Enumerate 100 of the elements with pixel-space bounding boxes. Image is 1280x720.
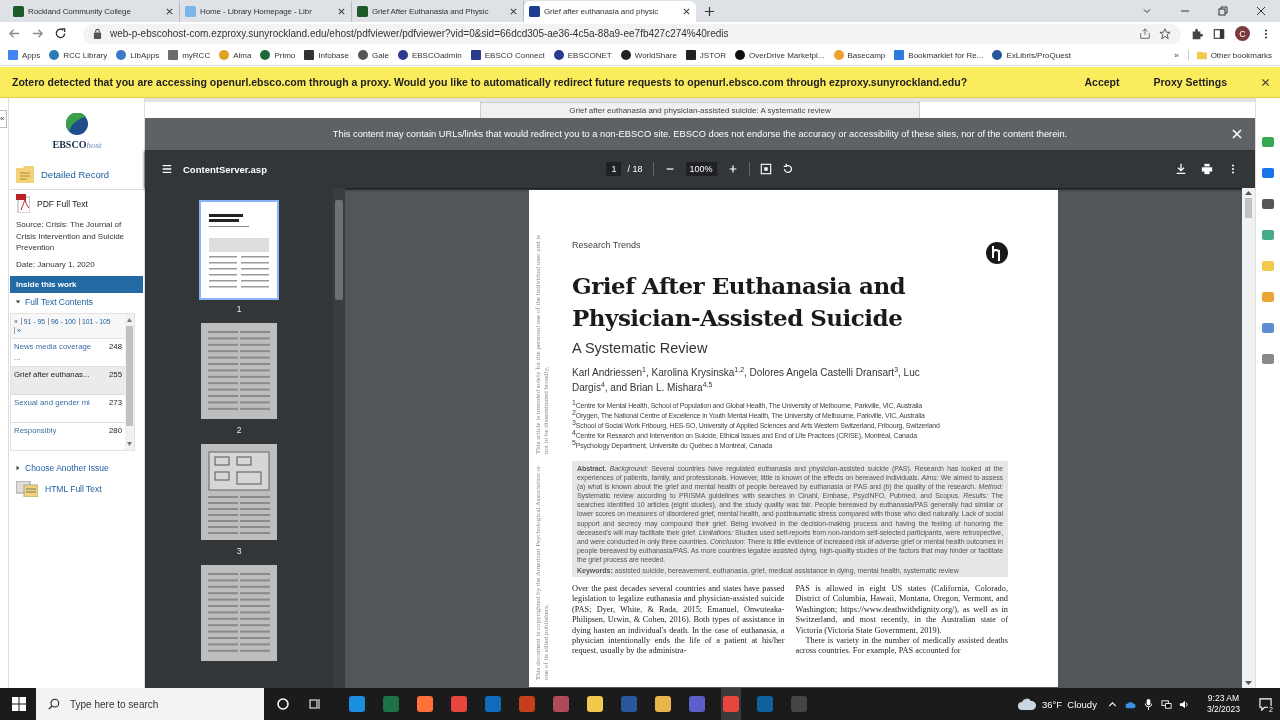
- address-field[interactable]: web-p-ebscohost-com.ezproxy.sunyrockland.edu/ehost/pdfviewer/pdfviewer?vid=0&sid=66dcd305-ae36-4c5a-88a9-ee7fb427c274%40redis: [83, 23, 1181, 44]
- extension-icon[interactable]: [1262, 198, 1274, 210]
- menu-icon[interactable]: [161, 163, 173, 175]
- pdf-full-text-link[interactable]: PDF Full Text: [37, 198, 88, 209]
- site-icon: [620, 50, 631, 61]
- site-icon: [833, 50, 844, 61]
- fit-page-icon[interactable]: [759, 163, 772, 175]
- close-icon[interactable]: [682, 6, 691, 16]
- favicon-icon: [357, 5, 368, 17]
- reload-icon[interactable]: [54, 27, 67, 41]
- bookmark-link[interactable]: EBSCONET: [553, 50, 612, 61]
- search-field[interactable]: Type here to search: [36, 688, 264, 720]
- more-bookmarks-button[interactable]: »: [1174, 50, 1179, 60]
- bookmark-folder[interactable]: Other bookmarks: [1187, 50, 1272, 61]
- star-icon[interactable]: [1159, 27, 1171, 40]
- browser-tab[interactable]: Grief after euthanasia and physic: [524, 0, 696, 22]
- publisher-logo: [986, 242, 1008, 264]
- weather-text[interactable]: 36°F Cloudy: [1041, 698, 1097, 710]
- section-label: Research Trends: [572, 240, 641, 250]
- scrollbar[interactable]: [333, 188, 345, 688]
- profile-avatar[interactable]: C: [1235, 26, 1250, 42]
- bookmark-link[interactable]: LibApps: [116, 50, 160, 61]
- cortana-icon[interactable]: [276, 697, 290, 711]
- sidebar-icon[interactable]: [1213, 27, 1225, 40]
- page-count: / 18: [627, 164, 643, 174]
- notification-action[interactable]: Proxy Settings: [1147, 72, 1233, 93]
- bookmark-link[interactable]: myRCC: [168, 50, 211, 61]
- page-thumbnail[interactable]: [199, 563, 279, 663]
- contents-toggle[interactable]: Full Text Contents: [10, 293, 144, 312]
- clock[interactable]: 9:23 AM 3/2/2023: [1206, 693, 1240, 715]
- bookmark-link[interactable]: EBSCO Connect: [470, 50, 545, 61]
- browser-tab[interactable]: Grief After Euthanasia and Physic: [352, 0, 524, 22]
- zoom-field[interactable]: 100%: [685, 162, 717, 176]
- favicon-icon: [185, 5, 196, 17]
- share-icon[interactable]: [1139, 27, 1151, 40]
- site-icon: [470, 50, 481, 61]
- bookmark-link[interactable]: Gale: [358, 50, 389, 61]
- network-icon[interactable]: [1160, 698, 1172, 710]
- document-folder-icon: [16, 166, 34, 183]
- site-icon: [734, 50, 745, 61]
- bookmark-link[interactable]: EBSCOadmin: [397, 50, 462, 61]
- detailed-record-link[interactable]: Detailed Record: [41, 169, 110, 180]
- microphone-icon[interactable]: [1142, 698, 1154, 710]
- browser-tab[interactable]: Rockland Community College: [8, 0, 180, 22]
- close-icon[interactable]: [337, 6, 346, 16]
- bookmark-link[interactable]: RCC Library: [49, 50, 108, 61]
- scrollbar[interactable]: [125, 314, 134, 451]
- bookmark-link[interactable]: Infobase: [304, 50, 349, 61]
- html-document-icon: [16, 481, 38, 498]
- browser-tab[interactable]: Home - Library Homepage - Libr: [180, 0, 352, 22]
- speech-bubble-icon: [1258, 697, 1272, 711]
- bookmark-link[interactable]: ExLibris/ProQuest: [992, 50, 1071, 61]
- issue-toggle[interactable]: Choose Another Issue: [10, 459, 144, 478]
- speaker-icon[interactable]: [1178, 698, 1190, 710]
- logo-icon: [66, 113, 88, 135]
- bookmark-link[interactable]: OverDrive Marketpl...: [734, 50, 825, 61]
- extension-icon[interactable]: [1262, 322, 1274, 334]
- site-icon: [260, 50, 271, 61]
- download-icon[interactable]: [1175, 163, 1187, 175]
- print-icon[interactable]: [1201, 163, 1213, 175]
- restore-icon[interactable]: [1217, 4, 1229, 17]
- extension-icon[interactable]: [1262, 353, 1274, 365]
- close-icon[interactable]: [1255, 4, 1267, 17]
- site-icon: [992, 50, 1003, 61]
- page-thumbnail[interactable]: [199, 200, 279, 300]
- task-view-icon[interactable]: [308, 697, 322, 711]
- close-icon[interactable]: [509, 6, 518, 16]
- close-icon[interactable]: [1261, 77, 1270, 87]
- close-icon[interactable]: [165, 6, 174, 16]
- collapse-button[interactable]: «: [0, 110, 7, 128]
- site-icon: [168, 50, 179, 61]
- site-icon: [219, 50, 230, 61]
- site-icon: [397, 50, 408, 61]
- body-paragraph: PAS is allowed in eight US states (California, Colorado, District of Columbia, Hawaii, Montana, Oregon, Vermont, and Washington; https://www.deathwithdignity.org/), as well as in Switzerland, and most recently, in the Australian state of Victoria (Victoria State Government, 2019).: [795, 584, 1008, 637]
- folder-icon: [1196, 50, 1207, 61]
- html-full-text-link[interactable]: HTML Full Text: [45, 484, 102, 495]
- bookmark-link[interactable]: Primo: [260, 50, 296, 61]
- puzzle-icon[interactable]: [1191, 27, 1203, 40]
- bookmark-link[interactable]: WorldShare: [620, 50, 677, 61]
- page-thumbnail[interactable]: [199, 442, 279, 542]
- source-text: Source: Crisis: The Journal of Crisis Intervention and Suicide Prevention: [15, 219, 126, 255]
- author-list: Karl Andriessen$^{1}$, Karolina Krysinska$^{1,2}$, Dolores Angela Castelli Dransart$^{3}$, Luc Dargis$^{4}$, and Brian L. Mishara$^{4,5}$: [572, 365, 952, 395]
- bookmark-link[interactable]: Basecamp: [833, 50, 886, 61]
- bookmark-link[interactable]: Apps: [8, 50, 41, 61]
- new-tab-icon[interactable]: [704, 5, 715, 17]
- windows-start-icon[interactable]: [12, 697, 26, 711]
- site-icon: [8, 50, 18, 61]
- page-number-field[interactable]: 1: [606, 162, 622, 176]
- notification-action[interactable]: Accept: [1078, 72, 1126, 93]
- scrollbar[interactable]: [1242, 188, 1255, 688]
- page-thumbnail[interactable]: [199, 321, 279, 421]
- site-icon: [358, 50, 368, 61]
- bookmark-link[interactable]: Alma: [219, 50, 252, 61]
- notice-text: This content may contain URLs/links that would redirect you to a non-EBSCO site. EBSCO does not endorse the accuracy or accessibility of these sites, nor of the content therein.: [332, 129, 1068, 139]
- cloud-icon: [1016, 698, 1037, 710]
- bookmark-link[interactable]: JSTOR: [685, 50, 726, 61]
- bookmark-link[interactable]: Bookmarklet for Re...: [894, 50, 984, 61]
- document-title: Grief after euthanasia and physician-assisted suicide: A systematic review: [480, 102, 920, 118]
- rotate-icon[interactable]: [781, 163, 794, 175]
- extension-icon[interactable]: [1262, 167, 1274, 179]
